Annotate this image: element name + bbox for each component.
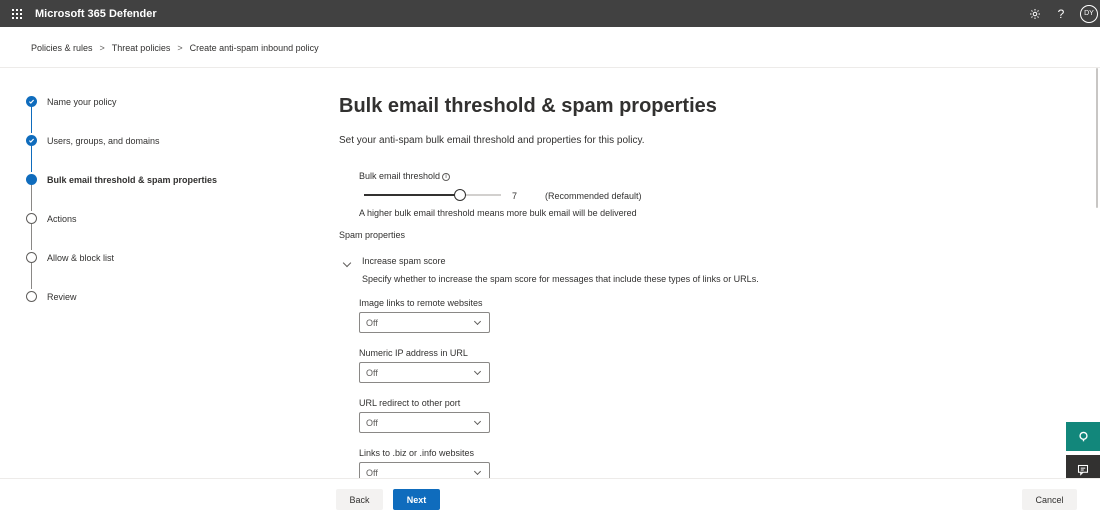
- step-complete-check-icon: [26, 96, 37, 107]
- step-review[interactable]: Review: [26, 291, 77, 302]
- step-bulk-email-threshold[interactable]: Bulk email threshold & spam properties: [26, 174, 217, 185]
- avatar[interactable]: DY: [1080, 4, 1098, 23]
- wizard-footer: Back Next Cancel: [0, 478, 1100, 512]
- info-icon[interactable]: i: [442, 172, 451, 181]
- chat-help-icon: [1078, 431, 1088, 442]
- increase-spam-score-toggle[interactable]: [342, 253, 352, 271]
- next-button[interactable]: Next: [393, 489, 440, 510]
- step-actions[interactable]: Actions: [26, 213, 77, 224]
- step-pending-icon: [26, 291, 37, 302]
- breadcrumb-separator: >: [177, 43, 183, 53]
- feedback-icon: [1077, 464, 1089, 476]
- bulk-threshold-hint: A higher bulk email threshold means more…: [359, 208, 637, 218]
- page-subtitle: Set your anti-spam bulk email threshold …: [339, 135, 645, 146]
- settings-button[interactable]: [1022, 0, 1048, 27]
- slider-fill: [364, 194, 460, 196]
- breadcrumb-policies-rules[interactable]: Policies & rules: [31, 43, 93, 53]
- breadcrumb-threat-policies[interactable]: Threat policies: [112, 43, 171, 53]
- header-divider: [0, 67, 1100, 68]
- dropdown-value: Off: [366, 467, 378, 478]
- step-label: Review: [47, 291, 77, 302]
- bulk-threshold-value: 7: [512, 191, 518, 201]
- field-label: Image links to remote websites: [359, 298, 483, 308]
- step-label: Name your policy: [47, 96, 117, 107]
- step-current-icon: [26, 174, 37, 185]
- url-redirect-dropdown[interactable]: Off: [359, 412, 490, 433]
- field-label: URL redirect to other port: [359, 398, 461, 408]
- dropdown-value: Off: [366, 367, 378, 378]
- chevron-down-icon: [473, 467, 482, 475]
- increase-spam-score-description: Specify whether to increase the spam sco…: [362, 274, 759, 284]
- dropdown-value: Off: [366, 417, 378, 428]
- top-bar: Microsoft 365 Defender ? DY: [0, 0, 1100, 27]
- breadcrumb: Policies & rules > Threat policies > Cre…: [31, 43, 319, 53]
- chevron-down-icon: [473, 417, 482, 425]
- step-connector: [31, 144, 32, 172]
- image-links-dropdown[interactable]: Off: [359, 312, 490, 333]
- cancel-button[interactable]: Cancel: [1022, 489, 1077, 510]
- bulk-threshold-label-row: Bulk email threshold i: [359, 171, 451, 181]
- help-button[interactable]: ?: [1048, 0, 1074, 27]
- spam-properties-heading: Spam properties: [339, 230, 406, 240]
- step-connector: [31, 183, 32, 211]
- step-connector: [31, 222, 32, 250]
- breadcrumb-separator: >: [99, 43, 105, 53]
- chevron-down-icon: [342, 258, 352, 268]
- step-users-groups-domains[interactable]: Users, groups, and domains: [26, 135, 160, 146]
- step-complete-check-icon: [26, 135, 37, 146]
- chevron-down-icon: [473, 367, 482, 375]
- step-label: Users, groups, and domains: [47, 135, 160, 146]
- dropdown-value: Off: [366, 317, 378, 328]
- step-connector: [31, 261, 32, 289]
- back-button[interactable]: Back: [336, 489, 383, 510]
- bulk-threshold-label: Bulk email threshold: [359, 171, 441, 181]
- step-connector: [31, 105, 32, 133]
- gear-icon: [1030, 8, 1040, 19]
- app-launcher-button[interactable]: [4, 0, 29, 27]
- step-pending-icon: [26, 213, 37, 224]
- step-pending-icon: [26, 252, 37, 263]
- bulk-threshold-slider[interactable]: [364, 189, 501, 201]
- help-chat-button[interactable]: [1066, 422, 1100, 451]
- app-title: Microsoft 365 Defender: [35, 7, 157, 20]
- numeric-ip-dropdown[interactable]: Off: [359, 362, 490, 383]
- step-label: Actions: [47, 213, 77, 224]
- top-right-actions: ? DY: [1022, 0, 1100, 27]
- step-label: Bulk email threshold & spam properties: [47, 174, 218, 185]
- page-title: Bulk email threshold & spam properties: [339, 95, 717, 117]
- question-icon: ?: [1057, 6, 1065, 21]
- field-label: Links to .biz or .info websites: [359, 448, 475, 458]
- chevron-down-icon: [473, 317, 482, 325]
- waffle-icon: [11, 8, 22, 19]
- field-label: Numeric IP address in URL: [359, 348, 468, 358]
- slider-thumb[interactable]: [453, 189, 466, 201]
- step-allow-block-list[interactable]: Allow & block list: [26, 252, 114, 263]
- scrollbar[interactable]: [1096, 68, 1098, 208]
- recommended-default-label: (Recommended default): [545, 191, 642, 201]
- increase-spam-score-heading[interactable]: Increase spam score: [362, 256, 446, 266]
- breadcrumb-current: Create anti-spam inbound policy: [189, 43, 319, 53]
- step-label: Allow & block list: [47, 252, 115, 263]
- step-name-your-policy[interactable]: Name your policy: [26, 96, 117, 107]
